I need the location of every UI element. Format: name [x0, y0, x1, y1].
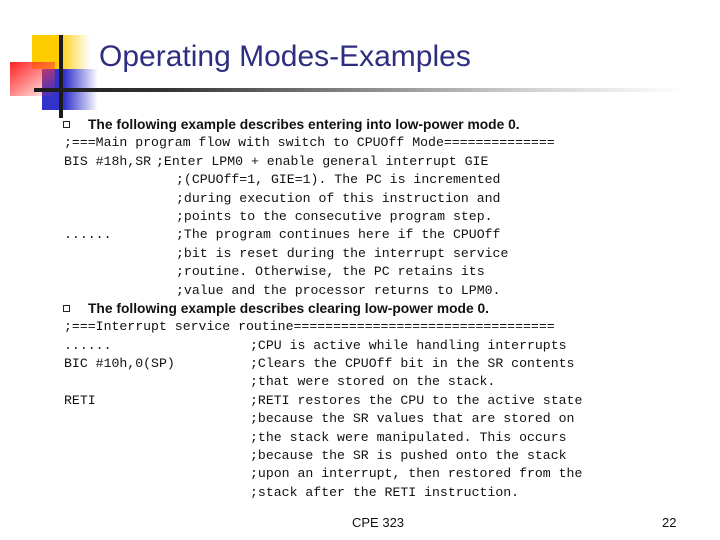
code-comment: ;points to the consecutive program step. [176, 208, 493, 224]
code-line: ;that were stored on the stack. [64, 373, 704, 391]
code-header: ;===Main program flow with switch to CPU… [64, 135, 555, 151]
code-comment: ;(CPUOff=1, GIE=1). The PC is incremente… [176, 172, 501, 188]
footer-course: CPE 323 [352, 515, 405, 530]
code-instruction: ...... [64, 227, 112, 243]
code-comment: ;that were stored on the stack. [250, 374, 496, 390]
bullet-text: The following example describes clearing… [88, 300, 489, 316]
code-comment: ;The program continues here if the CPUOf… [176, 227, 501, 243]
code-line: ...... ;The program continues here if the… [64, 226, 704, 244]
code-header: ;===Interrupt service routine===========… [64, 319, 555, 335]
code-line: ;bit is reset during the interrupt servi… [64, 245, 704, 263]
bullet-item: The following example describes clearing… [63, 300, 704, 318]
code-line: ;routine. Otherwise, the PC retains its [64, 263, 704, 281]
code-comment: ;CPU is active while handling interrupts [250, 337, 567, 353]
code-line: ;value and the processor returns to LPM0… [64, 282, 704, 300]
code-line: ;because the SR values that are stored o… [64, 410, 704, 428]
slide-title: Operating Modes-Examples [99, 40, 471, 73]
code-line: ...... ;CPU is active while handling inte… [64, 337, 704, 355]
code-comment: ;value and the processor returns to LPM0… [176, 282, 501, 298]
bullet-item: The following example describes entering… [63, 116, 704, 134]
bullet-text: The following example describes entering… [88, 117, 520, 132]
code-line: ;upon an interrupt, then restored from t… [64, 465, 704, 483]
code-comment: ;because the SR is pushed onto the stack [250, 448, 567, 464]
code-line: BIS #18h,SR ;Enter LPM0 + enable general … [64, 153, 704, 171]
code-line: RETI ;RETI restores the CPU to the active… [64, 392, 704, 410]
title-underline-rule [34, 88, 684, 92]
code-line: ;points to the consecutive program step. [64, 208, 704, 226]
code-instruction: BIC #10h,0(SP) [64, 356, 175, 372]
code-comment: ;during execution of this instruction an… [176, 190, 501, 206]
code-comment: ;bit is reset during the interrupt servi… [176, 245, 509, 261]
vertical-rule [59, 35, 63, 118]
code-instruction: BIS #18h,SR [64, 153, 152, 169]
code-comment: ;the stack were manipulated. This occurs [250, 429, 567, 445]
code-line: ;because the SR is pushed onto the stack [64, 447, 704, 465]
slide-body: The following example describes entering… [63, 116, 704, 502]
code-line: ;stack after the RETI instruction. [64, 484, 704, 502]
code-comment: ;upon an interrupt, then restored from t… [250, 466, 583, 482]
code-line: ;during execution of this instruction an… [64, 190, 704, 208]
slide-number: 22 [662, 515, 677, 530]
square-bullet-icon [63, 304, 70, 312]
code-line: BIC #10h,0(SP) ;Clears the CPUOff bit in … [64, 355, 704, 373]
code-comment: ;Enter LPM0 + enable general interrupt G… [156, 153, 489, 169]
code-instruction: RETI [64, 392, 96, 408]
code-line: ;(CPUOff=1, GIE=1). The PC is incremente… [64, 171, 704, 189]
code-instruction: ...... [64, 337, 112, 353]
square-bullet-icon [63, 120, 70, 128]
code-line: ;the stack were manipulated. This occurs [64, 429, 704, 447]
code-comment: ;stack after the RETI instruction. [250, 484, 520, 500]
code-comment: ;because the SR values that are stored o… [250, 411, 575, 427]
code-comment: ;routine. Otherwise, the PC retains its [176, 264, 485, 280]
code-comment: ;Clears the CPUOff bit in the SR content… [250, 356, 575, 372]
code-comment: ;RETI restores the CPU to the active sta… [250, 392, 583, 408]
